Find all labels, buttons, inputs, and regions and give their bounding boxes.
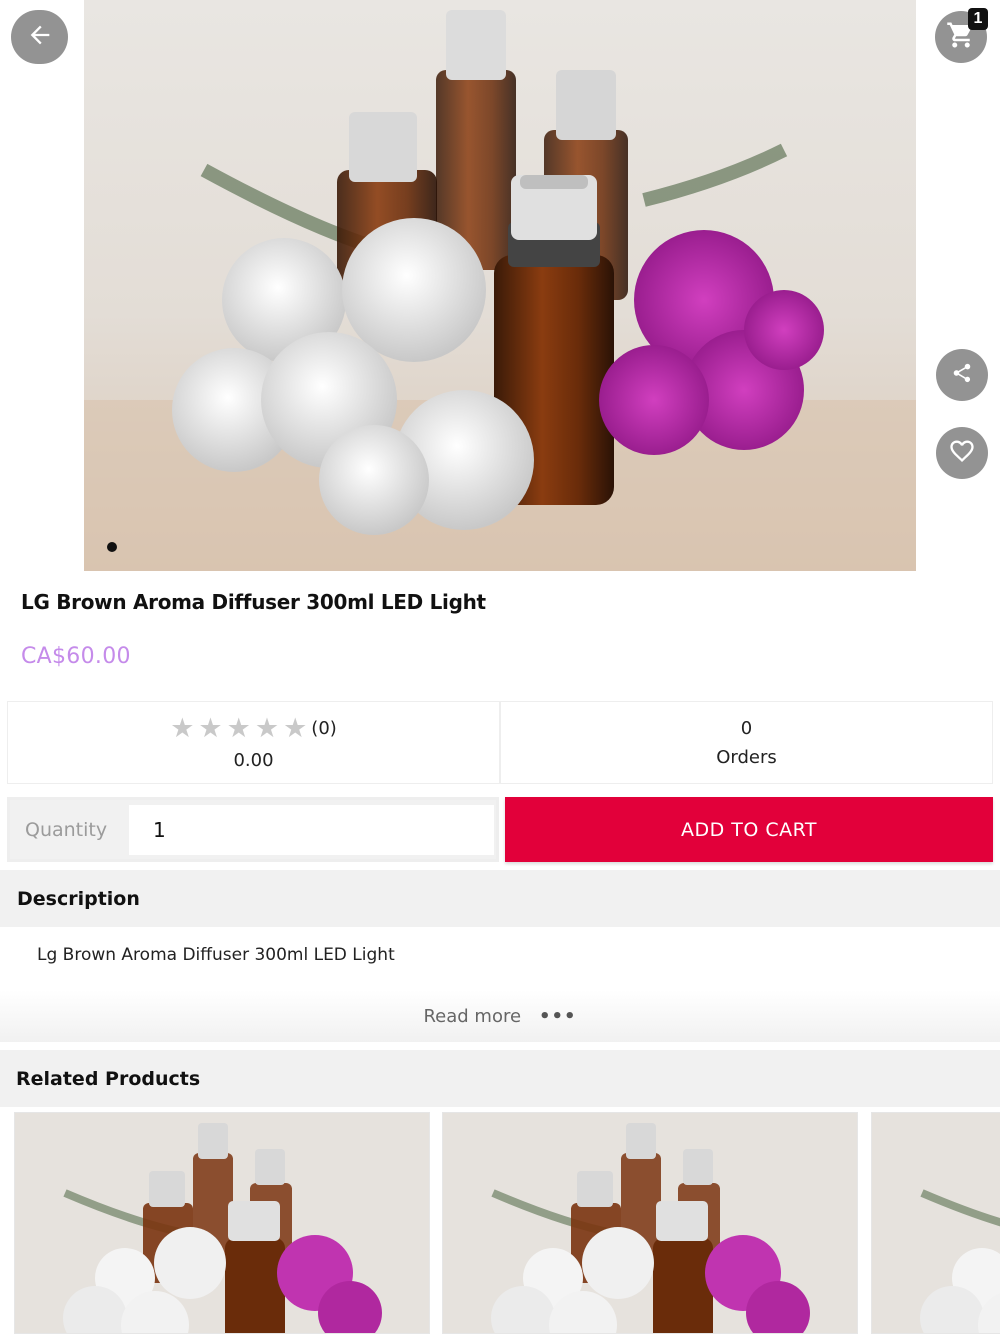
read-more-label: Read more (423, 1005, 522, 1027)
quantity-input[interactable] (129, 804, 494, 855)
description-heading: Description (0, 870, 1000, 927)
product-stats: ★ ★ ★ ★ ★ (0) 0.00 0 Orders (7, 701, 993, 784)
star-icon: ★ (283, 712, 308, 744)
cart-count-badge: 1 (968, 8, 988, 30)
rating-cell[interactable]: ★ ★ ★ ★ ★ (0) 0.00 (8, 702, 499, 783)
product-title: LG Brown Aroma Diffuser 300ml LED Light (21, 590, 486, 614)
add-to-cart-button[interactable]: ADD TO CART (505, 797, 993, 862)
share-icon (951, 362, 973, 388)
star-icon: ★ (226, 712, 251, 744)
heart-icon (948, 437, 976, 469)
description-text: Lg Brown Aroma Diffuser 300ml LED Light (37, 945, 395, 965)
orders-label: Orders (716, 746, 777, 768)
orders-count: 0 (740, 717, 753, 739)
rating-value: 0.00 (233, 749, 274, 771)
ellipsis-icon: ••• (539, 1005, 577, 1027)
related-products-heading: Related Products (0, 1050, 1000, 1107)
arrow-left-icon (26, 21, 54, 53)
related-product-image (443, 1113, 857, 1333)
product-price: CA$60.00 (21, 644, 131, 669)
favorite-button[interactable] (936, 427, 988, 479)
related-product-image (872, 1113, 1000, 1333)
quantity-label: Quantity (25, 818, 108, 841)
share-button[interactable] (936, 349, 988, 401)
rating-count: (0) (311, 717, 337, 739)
product-image[interactable] (84, 0, 916, 571)
related-product-card[interactable] (442, 1112, 858, 1334)
related-product-image (15, 1113, 429, 1333)
star-icon: ★ (170, 712, 195, 744)
star-icon: ★ (254, 712, 280, 744)
quantity-field: Quantity (7, 797, 499, 862)
star-icon: ★ (198, 712, 223, 744)
rating-stars: ★ ★ ★ ★ ★ (0) (170, 715, 337, 742)
orders-cell: 0 Orders (499, 702, 992, 783)
back-button[interactable] (11, 10, 68, 64)
read-more-button[interactable]: Read more ••• (0, 990, 1000, 1042)
carousel-dot-active[interactable] (107, 542, 117, 552)
related-product-card[interactable] (871, 1112, 1000, 1334)
product-page: 1 LG Brown Aroma Diffuser 300ml LED Ligh… (0, 0, 1000, 1334)
related-product-card[interactable] (14, 1112, 430, 1334)
